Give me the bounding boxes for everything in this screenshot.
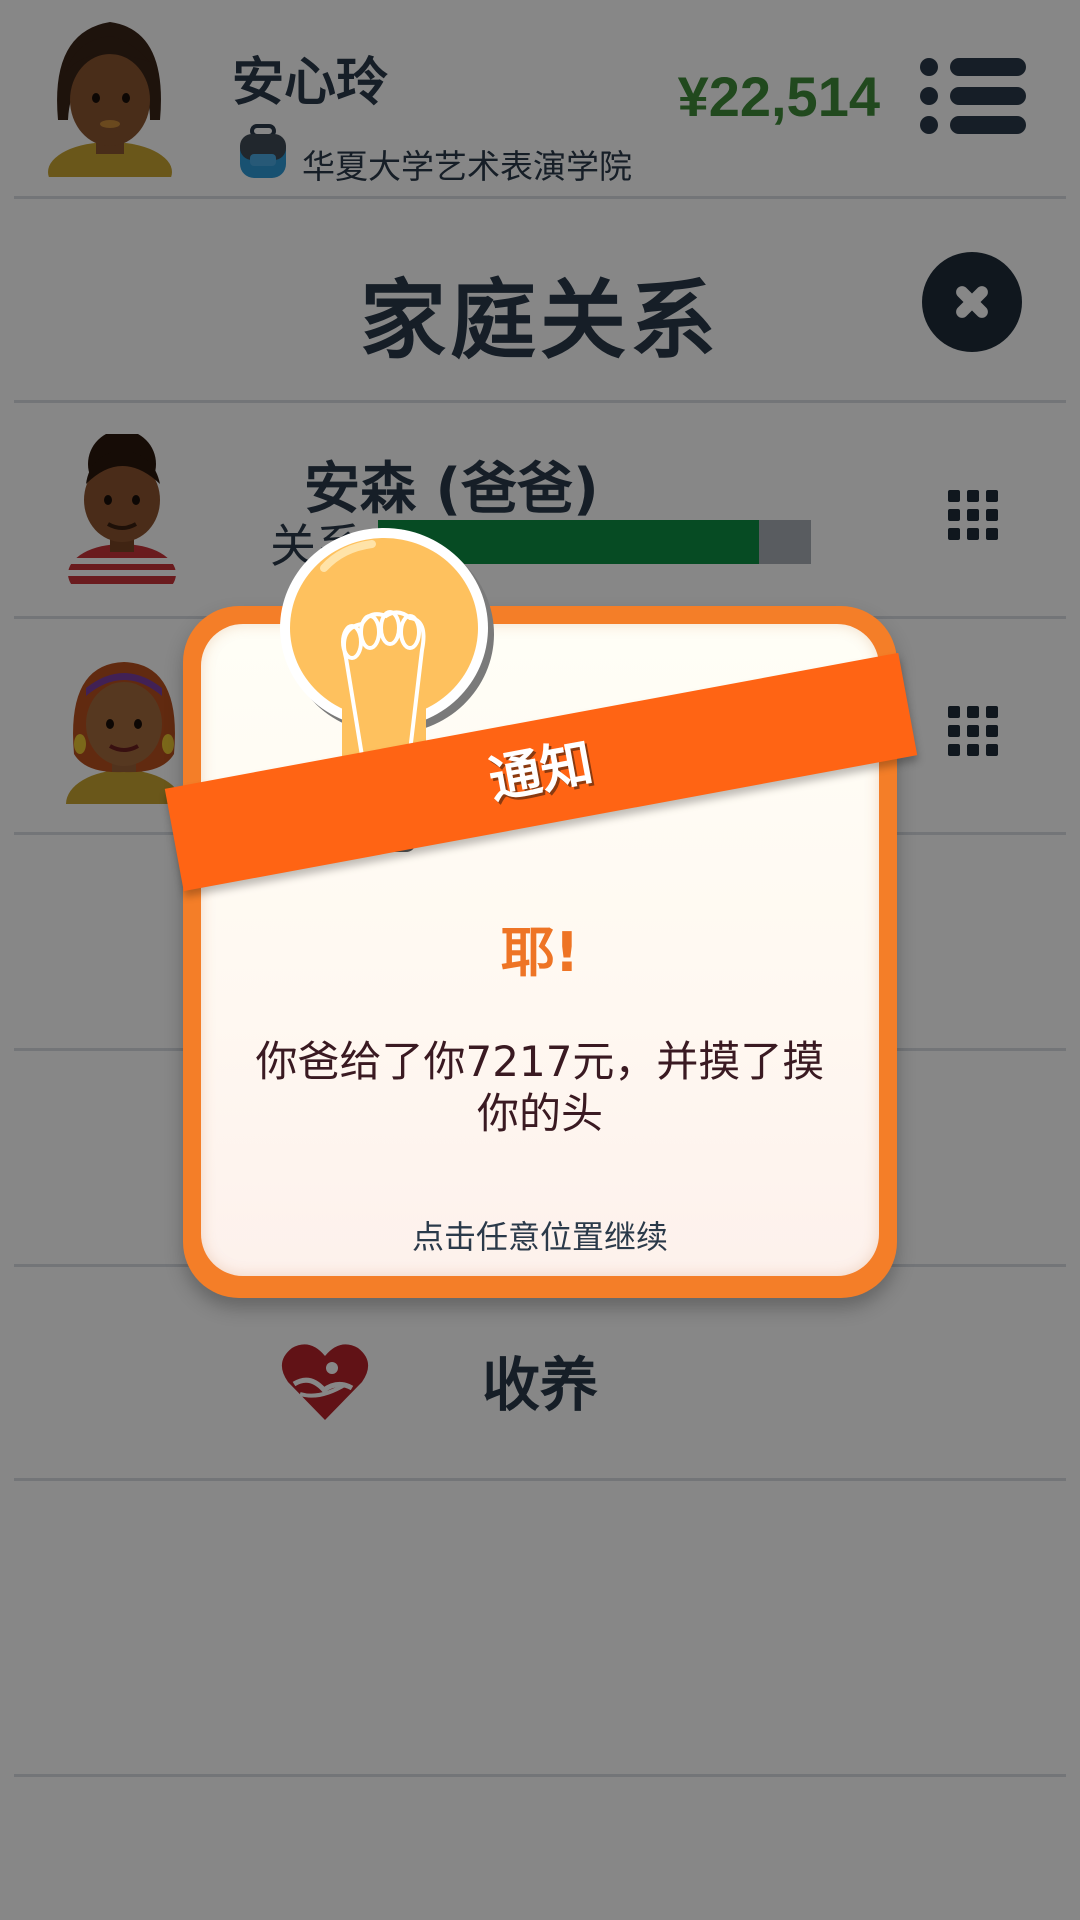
continue-hint[interactable]: 点击任意位置继续	[183, 1212, 897, 1258]
dialog-message: 你爸给了你7217元，并摸了摸你的头	[255, 1037, 825, 1138]
dialog-heading: 耶!	[500, 921, 580, 984]
